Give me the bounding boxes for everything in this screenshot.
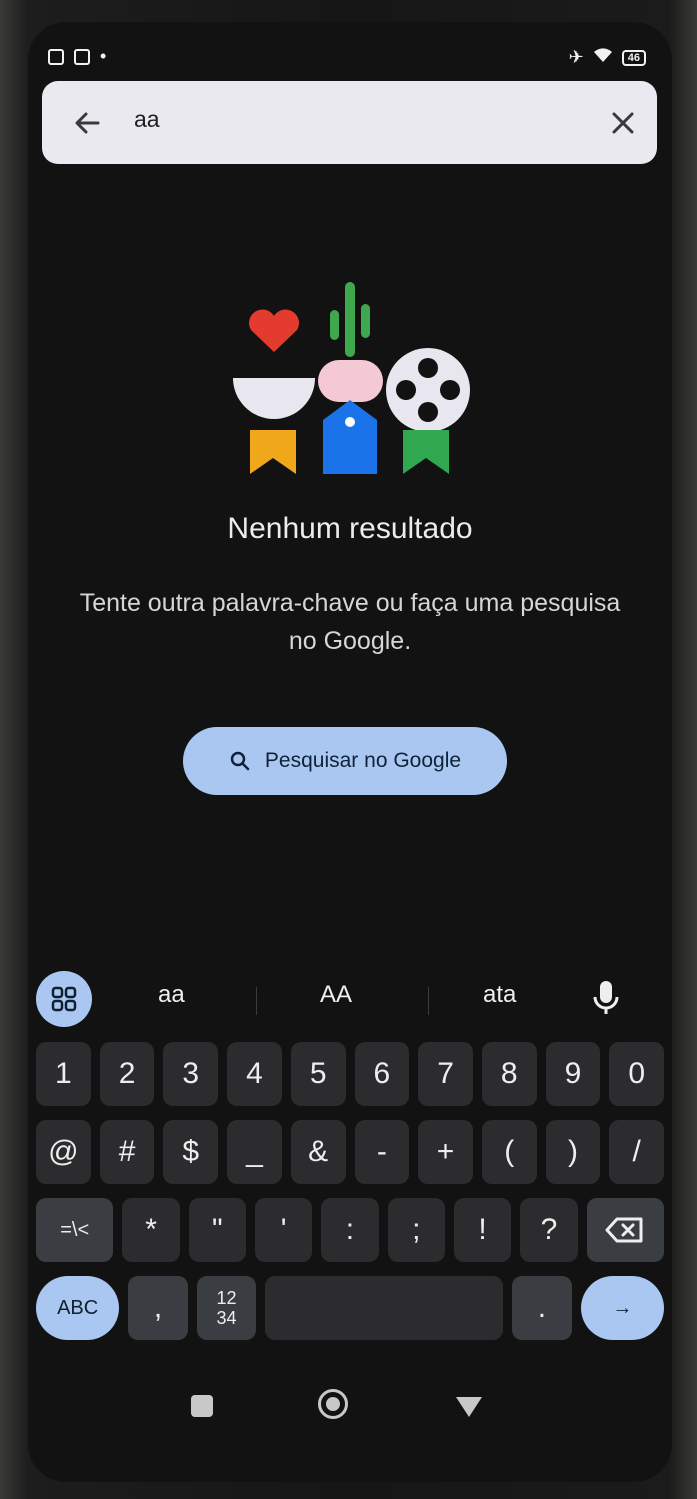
key-hash[interactable]: # <box>99 1120 155 1184</box>
suggestion-strip: aa AA ata <box>28 967 672 1027</box>
notification-icon <box>48 48 64 65</box>
numpad-top: 12 <box>216 1288 237 1308</box>
key-1[interactable]: 1 <box>36 1042 91 1106</box>
space-key[interactable] <box>265 1276 504 1340</box>
search-google-button[interactable]: Pesquisar no Google <box>183 727 507 795</box>
key-slash[interactable]: / <box>609 1120 665 1184</box>
status-left: • <box>48 46 106 67</box>
airplane-icon: ✈ <box>568 47 584 67</box>
key-open-paren[interactable]: ( <box>481 1120 537 1184</box>
key-at[interactable]: @ <box>36 1120 91 1184</box>
recents-button[interactable] <box>191 1395 213 1417</box>
suggestion-item[interactable]: AA <box>320 981 352 1009</box>
suggestion-item[interactable]: aa <box>158 981 185 1009</box>
numpad-bottom: 34 <box>216 1308 237 1328</box>
key-question[interactable]: ? <box>520 1198 578 1262</box>
dot-icon: • <box>100 46 107 66</box>
divider <box>428 987 429 1015</box>
backspace-key[interactable] <box>586 1198 664 1262</box>
suggestion-item[interactable]: ata <box>483 981 516 1009</box>
key-exclamation[interactable]: ! <box>453 1198 512 1262</box>
key-comma[interactable]: , <box>128 1276 188 1340</box>
enter-key[interactable]: → <box>580 1276 664 1340</box>
battery-icon: 46 <box>621 49 646 66</box>
divider <box>256 987 257 1015</box>
key-plus[interactable]: + <box>418 1120 473 1184</box>
wifi-icon <box>592 46 614 69</box>
empty-title: Nenhum resultado <box>227 512 473 545</box>
key-2[interactable]: 2 <box>99 1042 155 1106</box>
backspace-icon <box>605 1217 643 1243</box>
key-9[interactable]: 9 <box>545 1042 601 1106</box>
back-button[interactable] <box>456 1397 482 1417</box>
key-double-quote[interactable]: " <box>188 1198 246 1262</box>
search-icon <box>230 751 250 771</box>
key-0[interactable]: 0 <box>609 1042 665 1106</box>
keyboard-row-symbols: @ # $ _ & - + ( ) / <box>36 1120 665 1184</box>
key-colon[interactable]: : <box>321 1198 379 1262</box>
key-ampersand[interactable]: & <box>290 1120 346 1184</box>
symbol-keyboard: 1 2 3 4 5 6 7 8 9 0 @ # $ _ & - + ( ) / … <box>28 1032 672 1352</box>
search-google-label: Pesquisar no Google <box>264 749 462 772</box>
green-banner <box>403 430 449 474</box>
status-bar: • ✈ 46 <box>28 44 672 74</box>
yellow-banner <box>250 430 296 474</box>
key-period[interactable]: . <box>512 1276 572 1340</box>
keyboard-apps-button[interactable] <box>36 971 92 1027</box>
notification-icon-2 <box>74 48 90 65</box>
empty-subtitle: Tente outra palavra-chave ou faça uma pe… <box>79 589 621 655</box>
screen: • ✈ 46 aa Nenhum resultado Tente outra p… <box>28 22 672 1482</box>
phone-frame: • ✈ 46 aa Nenhum resultado Tente outra p… <box>0 0 697 1499</box>
key-8[interactable]: 8 <box>481 1042 537 1106</box>
keyboard-row-numbers: 1 2 3 4 5 6 7 8 9 0 <box>36 1042 665 1106</box>
key-7[interactable]: 7 <box>418 1042 473 1106</box>
abc-key[interactable]: ABC <box>36 1276 120 1340</box>
close-icon[interactable] <box>603 103 643 143</box>
key-more-symbols[interactable]: =\< <box>36 1198 114 1262</box>
key-minus[interactable]: - <box>354 1120 410 1184</box>
home-button[interactable] <box>318 1389 348 1419</box>
status-right: ✈ 46 <box>569 46 646 69</box>
cactus-shape <box>345 282 355 357</box>
keyboard-row-bottom: ABC , 12 34 . → <box>36 1276 664 1340</box>
key-semicolon[interactable]: ; <box>387 1198 445 1262</box>
bowl-shape <box>233 378 315 419</box>
search-input[interactable]: aa <box>134 106 160 133</box>
pot-shape <box>318 360 383 402</box>
key-5[interactable]: 5 <box>290 1042 346 1106</box>
house-tag <box>323 400 377 474</box>
empty-state-illustration <box>233 282 470 474</box>
search-bar[interactable]: aa <box>42 81 657 164</box>
microphone-icon[interactable] <box>584 975 628 1019</box>
key-close-paren[interactable]: ) <box>545 1120 601 1184</box>
key-single-quote[interactable]: ' <box>255 1198 313 1262</box>
keyboard-row-punct: =\< * " ' : ; ! ? <box>36 1198 664 1262</box>
numpad-key[interactable]: 12 34 <box>196 1276 257 1340</box>
key-underscore[interactable]: _ <box>227 1120 282 1184</box>
key-3[interactable]: 3 <box>163 1042 219 1106</box>
key-asterisk[interactable]: * <box>122 1198 180 1262</box>
heart-shape <box>249 309 299 352</box>
grid-icon <box>51 986 77 1012</box>
key-dollar[interactable]: $ <box>163 1120 219 1184</box>
navigation-bar <box>28 1377 672 1437</box>
key-4[interactable]: 4 <box>227 1042 282 1106</box>
key-6[interactable]: 6 <box>354 1042 410 1106</box>
back-arrow-icon[interactable] <box>68 103 108 143</box>
